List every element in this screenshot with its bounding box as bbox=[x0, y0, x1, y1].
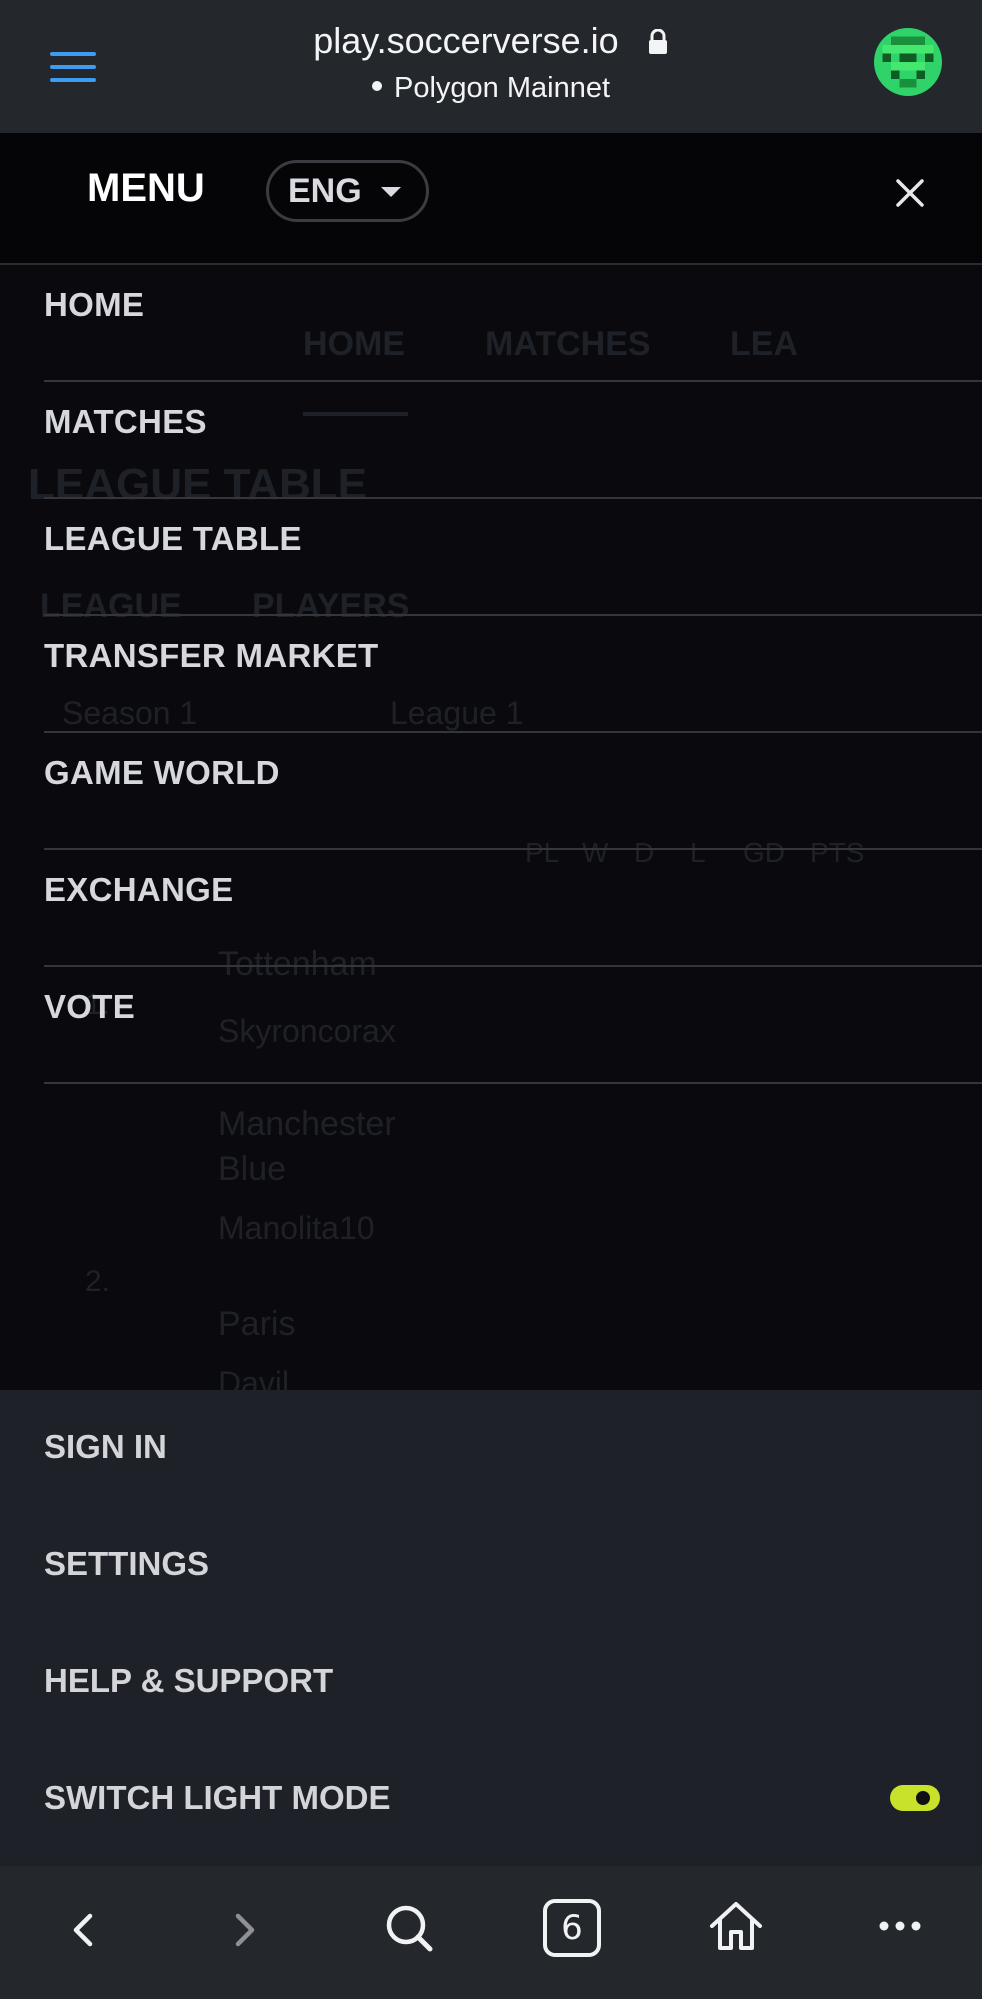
menu-item-label: LEAGUE TABLE bbox=[44, 520, 302, 557]
menu-item-home[interactable]: HOME bbox=[44, 265, 982, 382]
home-icon[interactable] bbox=[704, 1894, 768, 1958]
bg-row3-club: Paris bbox=[218, 1305, 296, 1343]
menu-item-vote[interactable]: VOTE bbox=[44, 967, 982, 1084]
menu-header: MENU ENG bbox=[0, 133, 982, 265]
network-indicator: Polygon Mainnet bbox=[0, 72, 982, 105]
language-label: ENG bbox=[288, 172, 362, 210]
menu-item-label: VOTE bbox=[44, 988, 136, 1025]
bg-row2-club-1: Manchester bbox=[218, 1105, 396, 1143]
network-name: Polygon Mainnet bbox=[393, 72, 611, 104]
forward-icon[interactable] bbox=[212, 1898, 276, 1962]
menu-item-transfer-market[interactable]: TRANSFER MARKET bbox=[44, 616, 982, 733]
light-mode-toggle[interactable] bbox=[890, 1785, 940, 1811]
menu-item-label: GAME WORLD bbox=[44, 754, 280, 791]
bg-row2-manager: Manolita10 bbox=[218, 1210, 375, 1246]
menu-item-matches[interactable]: MATCHES bbox=[44, 382, 982, 499]
caret-down-icon bbox=[381, 187, 401, 197]
account-avatar[interactable] bbox=[874, 28, 942, 96]
menu-item-label: EXCHANGE bbox=[44, 871, 234, 908]
network-dot-icon bbox=[371, 81, 382, 92]
url-display[interactable]: play.soccerverse.io bbox=[0, 20, 982, 64]
menu-nav-list: HOME MATCHES LEAGUE TABLE TRANSFER MARKE… bbox=[44, 265, 982, 1084]
url-text: play.soccerverse.io bbox=[313, 20, 619, 61]
browser-address-bar: play.soccerverse.io Polygon Mainnet bbox=[0, 0, 982, 133]
sign-in-button[interactable]: SIGN IN bbox=[44, 1428, 167, 1466]
bg-row3-manager: Davil bbox=[218, 1365, 290, 1390]
switch-light-mode-label: SWITCH LIGHT MODE bbox=[44, 1779, 391, 1816]
menu-item-label: MATCHES bbox=[44, 403, 207, 440]
search-icon[interactable] bbox=[377, 1896, 441, 1960]
back-icon[interactable] bbox=[52, 1898, 116, 1962]
toggle-knob bbox=[916, 1791, 930, 1805]
settings-button[interactable]: SETTINGS bbox=[44, 1545, 209, 1583]
menu-item-exchange[interactable]: EXCHANGE bbox=[44, 850, 982, 967]
menu-item-label: TRANSFER MARKET bbox=[44, 637, 379, 674]
menu-item-game-world[interactable]: GAME WORLD bbox=[44, 733, 982, 850]
menu-title: MENU bbox=[87, 166, 205, 210]
bg-row2-rank: 2. bbox=[85, 1265, 111, 1298]
close-icon[interactable] bbox=[890, 173, 930, 213]
tabs-button[interactable]: 6 bbox=[543, 1899, 601, 1957]
lock-icon bbox=[647, 22, 669, 64]
help-support-button[interactable]: HELP & SUPPORT bbox=[44, 1662, 333, 1700]
more-options-icon[interactable] bbox=[868, 1894, 932, 1958]
bg-row2-club-2: Blue bbox=[218, 1150, 287, 1188]
browser-bottom-bar bbox=[0, 1866, 982, 1999]
menu-item-label: HOME bbox=[44, 286, 145, 323]
language-selector[interactable]: ENG bbox=[266, 160, 429, 222]
menu-item-league-table[interactable]: LEAGUE TABLE bbox=[44, 499, 982, 616]
